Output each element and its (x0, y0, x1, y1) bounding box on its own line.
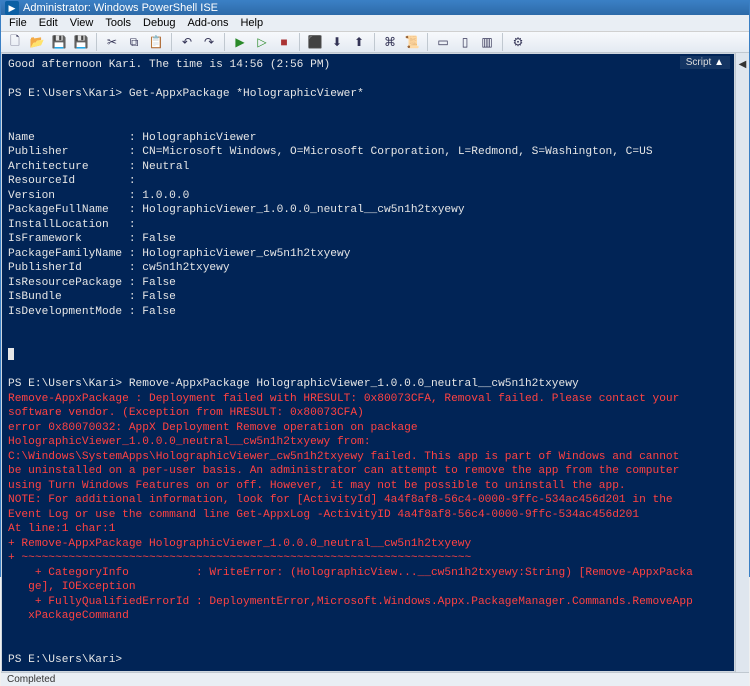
error-line: error 0x80070032: AppX Deployment Remove… (8, 422, 418, 434)
menu-tools[interactable]: Tools (99, 15, 137, 31)
menu-bar: File Edit View Tools Debug Add-ons Help (1, 15, 749, 32)
title-bar: ▶ Administrator: Windows PowerShell ISE (1, 1, 749, 15)
menu-file[interactable]: File (3, 15, 33, 31)
status-text: Completed (7, 674, 55, 685)
error-line: Event Log or use the command line Get-Ap… (8, 509, 639, 521)
paste-icon[interactable]: 📋 (146, 32, 166, 52)
layout1-icon[interactable]: ▭ (433, 32, 453, 52)
separator (502, 33, 503, 51)
console-output[interactable]: Good afternoon Kari. The time is 14:56 (… (2, 54, 734, 671)
menu-addons[interactable]: Add-ons (181, 15, 234, 31)
pkg-isres-val: False (142, 277, 176, 289)
error-line: ge], IOException (8, 581, 136, 593)
pkg-ver-val: 1.0.0.0 (142, 190, 189, 202)
pkg-pfn-val: HolographicViewer_1.0.0.0_neutral__cw5n1… (142, 204, 464, 216)
app-icon: ▶ (5, 1, 19, 15)
prompt-line: PS E:\Users\Kari> Get-AppxPackage *Holog… (8, 88, 364, 100)
pkg-pubid-key: PublisherId (8, 262, 82, 274)
error-line: using Turn Windows Features on or off. H… (8, 480, 626, 492)
pkg-fam-key: PackageFamilyName (8, 248, 122, 260)
window-title: Administrator: Windows PowerShell ISE (23, 2, 218, 14)
console-pane[interactable]: Script ▲ Good afternoon Kari. The time i… (2, 54, 734, 671)
main-area: Script ▲ Good afternoon Kari. The time i… (1, 53, 749, 672)
prompt-line: PS E:\Users\Kari> Remove-AppxPackage Hol… (8, 378, 579, 390)
error-line: C:\Windows\SystemApps\HolographicViewer_… (8, 451, 679, 463)
error-line: At line:1 char:1 (8, 523, 115, 535)
pkg-bun-val: False (142, 291, 176, 303)
separator (374, 33, 375, 51)
error-line: be uninstalled on a per-user basis. An a… (8, 465, 679, 477)
stop-icon[interactable]: ■ (274, 32, 294, 52)
open-icon[interactable]: 📂 (27, 32, 47, 52)
expand-icon[interactable]: ▲ (714, 57, 724, 68)
menu-help[interactable]: Help (234, 15, 269, 31)
pkg-name-val: HolographicViewer (142, 132, 256, 144)
remote-icon[interactable]: ⌘ (380, 32, 400, 52)
commands-panel-collapsed[interactable]: ◀ (735, 53, 749, 672)
pkg-fw-key: IsFramework (8, 233, 82, 245)
cut-icon[interactable]: ✂ (102, 32, 122, 52)
pkg-arch-key: Architecture (8, 161, 89, 173)
menu-view[interactable]: View (64, 15, 100, 31)
error-line: + Remove-AppxPackage HolographicViewer_1… (8, 538, 471, 550)
error-blank (8, 625, 15, 637)
options-icon[interactable]: ⚙ (508, 32, 528, 52)
pkg-name-key: Name (8, 132, 35, 144)
new-icon[interactable]: 🗋 (5, 32, 25, 52)
pkg-fw-val: False (142, 233, 176, 245)
cursor (8, 348, 14, 360)
pkg-loc-key: InstallLocation (8, 219, 109, 231)
status-bar: Completed (1, 672, 749, 686)
menu-debug[interactable]: Debug (137, 15, 181, 31)
toolbar: 🗋 📂 💾 💾 ✂ ⧉ 📋 ↶ ↷ ▶ ▷ ■ ⬛ ⬇ ⬆ ⌘ 📜 ▭ ▯ ▥ … (1, 32, 749, 53)
pkg-dev-key: IsDevelopmentMode (8, 306, 122, 318)
pkg-pfn-key: PackageFullName (8, 204, 109, 216)
undo-icon[interactable]: ↶ (177, 32, 197, 52)
pkg-pub-val: CN=Microsoft Windows, O=Microsoft Corpor… (142, 146, 652, 158)
error-line: software vendor. (Exception from HRESULT… (8, 407, 364, 419)
pkg-pub-key: Publisher (8, 146, 68, 158)
pkg-dev-val: False (142, 306, 176, 318)
separator (171, 33, 172, 51)
layout3-icon[interactable]: ▥ (477, 32, 497, 52)
new-remote-icon[interactable]: 📜 (402, 32, 422, 52)
error-line: Remove-AppxPackage : Deployment failed w… (8, 393, 679, 405)
separator (224, 33, 225, 51)
error-line: NOTE: For additional information, look f… (8, 494, 673, 506)
save-icon[interactable]: 💾 (49, 32, 69, 52)
error-line: + ~~~~~~~~~~~~~~~~~~~~~~~~~~~~~~~~~~~~~~… (8, 552, 471, 564)
script-tab-label[interactable]: Script ▲ (680, 56, 730, 69)
separator (427, 33, 428, 51)
separator (96, 33, 97, 51)
chevron-icon[interactable]: ◀ (739, 59, 747, 70)
redo-icon[interactable]: ↷ (199, 32, 219, 52)
pkg-pubid-val: cw5n1h2txyewy (142, 262, 229, 274)
menu-edit[interactable]: Edit (33, 15, 64, 31)
run-selection-icon[interactable]: ▷ (252, 32, 272, 52)
greeting-line: Good afternoon Kari. The time is 14:56 (… (8, 59, 330, 71)
breakpoint-icon[interactable]: ⬛ (305, 32, 325, 52)
step-out-icon[interactable]: ⬆ (349, 32, 369, 52)
save-all-icon[interactable]: 💾 (71, 32, 91, 52)
separator (299, 33, 300, 51)
prompt-line: PS E:\Users\Kari> (8, 654, 129, 666)
pkg-isres-key: IsResourcePackage (8, 277, 122, 289)
layout2-icon[interactable]: ▯ (455, 32, 475, 52)
pkg-fam-val: HolographicViewer_cw5n1h2txyewy (142, 248, 350, 260)
error-line: HolographicViewer_1.0.0.0_neutral__cw5n1… (8, 436, 371, 448)
error-line: xPackageCommand (8, 610, 129, 622)
pkg-bun-key: IsBundle (8, 291, 62, 303)
pkg-ver-key: Version (8, 190, 55, 202)
pkg-arch-val: Neutral (142, 161, 189, 173)
copy-icon[interactable]: ⧉ (124, 32, 144, 52)
pkg-res-key: ResourceId (8, 175, 75, 187)
step-in-icon[interactable]: ⬇ (327, 32, 347, 52)
run-icon[interactable]: ▶ (230, 32, 250, 52)
error-line: + FullyQualifiedErrorId : DeploymentErro… (8, 596, 693, 608)
